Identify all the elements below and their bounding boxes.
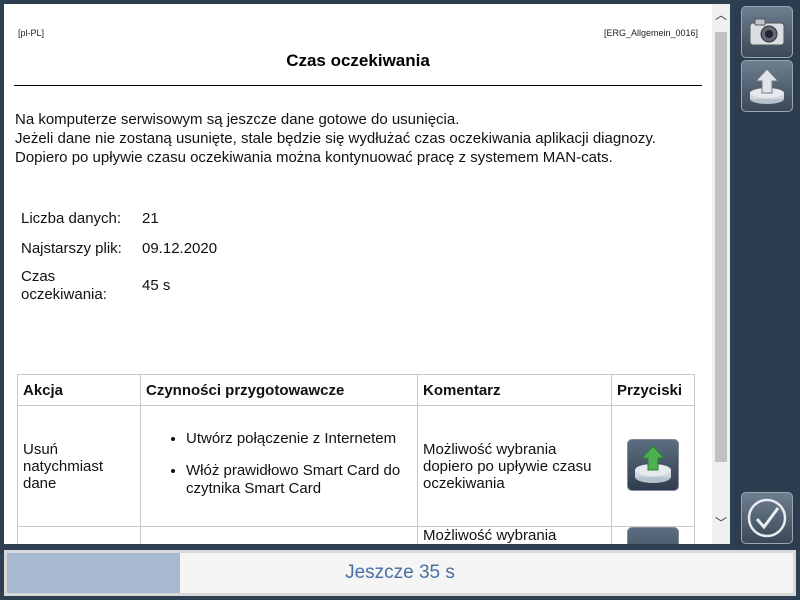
data-count-value: 21 (142, 210, 159, 227)
header-preparation: Czynności przygotowawcze (140, 374, 418, 406)
document-panel: [pl-PL] [ERG_Allgemein_0016] Czas oczeki… (4, 4, 712, 544)
checkmark-icon (747, 498, 787, 538)
intro-line: Na komputerze serwisowym są jeszcze dane… (15, 111, 460, 128)
right-toolbar (735, 0, 800, 550)
page-title: Czas oczekiwania (286, 51, 430, 70)
action-cell (17, 526, 141, 544)
preparation-cell: Utwórz połączenie z Internetem Włóż praw… (140, 405, 418, 527)
oldest-file-value: 09.12.2020 (142, 240, 218, 257)
action-table: Akcja Czynności przygotowawcze Komentarz… (17, 374, 695, 544)
camera-icon (749, 18, 785, 46)
preparation-cell (140, 526, 418, 544)
oldest-file-label: Najstarszy plik: (21, 240, 122, 257)
table-row: Usuń natychmiast dane Utwórz połączenie … (17, 405, 695, 527)
action-cell: Usuń natychmiast dane (17, 405, 141, 527)
button-cell (611, 405, 695, 527)
list-item: Utwórz połączenie z Internetem (186, 430, 412, 448)
table-row: Możliwość wybrania (17, 526, 695, 544)
scroll-down-icon[interactable]: ﹀ (712, 514, 730, 532)
title-divider (14, 85, 702, 86)
intro-line: Dopiero po upływie czasu oczekiwania moż… (15, 149, 613, 166)
row2-button[interactable] (627, 527, 679, 544)
comment-cell: Możliwość wybrania dopiero po upływie cz… (417, 405, 612, 527)
action-line: natychmiast (23, 457, 104, 475)
data-count-label: Liczba danych: (21, 210, 122, 227)
app-frame: [pl-PL] [ERG_Allgemein_0016] Czas oczeki… (0, 0, 800, 600)
document-id: [ERG_Allgemein_0016] (603, 28, 698, 38)
action-line: dane (23, 474, 57, 492)
intro-text: Na komputerze serwisowym są jeszcze dane… (15, 110, 656, 167)
upload-button[interactable] (741, 60, 793, 112)
locale-tag: [pl-PL] (18, 28, 45, 38)
confirm-button[interactable] (741, 492, 793, 544)
table-header-row: Akcja Czynności przygotowawcze Komentarz… (17, 374, 695, 406)
vertical-scrollbar[interactable]: ︿ ﹀ (712, 4, 730, 544)
scrollbar-thumb[interactable] (715, 32, 727, 462)
screenshot-button[interactable] (741, 6, 793, 58)
wait-time-label-line: Czas (21, 268, 56, 285)
upload-drive-icon (635, 444, 671, 483)
wait-time-label: Czas oczekiwania: (21, 268, 107, 304)
header-action: Akcja (17, 374, 141, 406)
header-comment: Komentarz (417, 374, 612, 406)
intro-line: Jeżeli dane nie zostaną usunięte, stale … (15, 130, 656, 147)
comment-cell: Możliwość wybrania (417, 526, 612, 544)
scroll-up-icon[interactable]: ︿ (712, 6, 730, 24)
upload-drive-icon (750, 68, 784, 104)
header-buttons: Przyciski (611, 374, 695, 406)
remaining-time-text: Jeszcze 35 s (345, 562, 455, 583)
wait-time-label-line: oczekiwania: (21, 286, 107, 303)
button-cell (611, 526, 695, 544)
action-line: Usuń (23, 440, 59, 458)
status-bar: Jeszcze 35 s (4, 550, 796, 596)
list-item: Włóż prawidłowo Smart Card do czytnika S… (186, 462, 412, 498)
delete-upload-button[interactable] (627, 438, 679, 491)
wait-time-value: 45 s (142, 277, 171, 294)
